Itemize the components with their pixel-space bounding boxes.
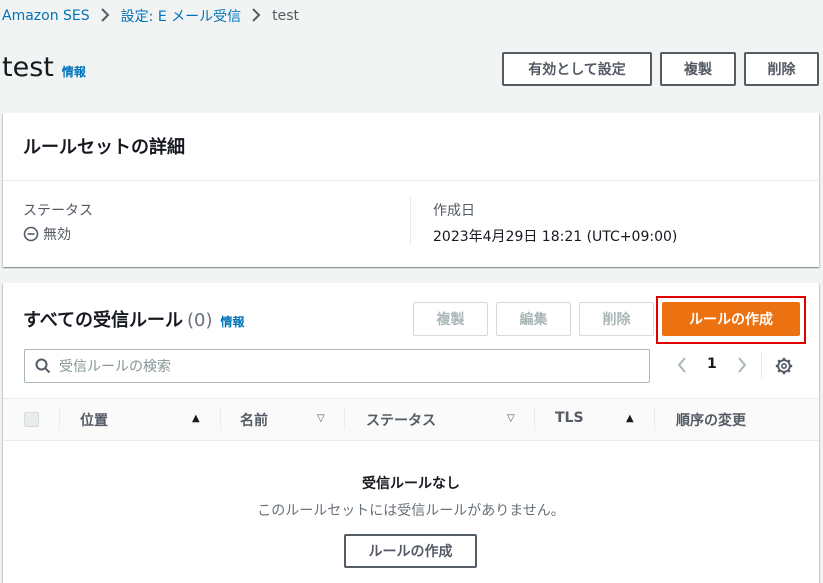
- status-value-row: 無効: [23, 224, 71, 244]
- column-separator: [534, 408, 535, 430]
- rules-delete-button[interactable]: 削除: [579, 302, 654, 336]
- chevron-right-icon: [100, 7, 110, 25]
- created-label: 作成日: [433, 203, 475, 219]
- info-link[interactable]: 情報: [62, 63, 86, 80]
- current-page-number[interactable]: 1: [707, 356, 717, 372]
- column-divider: [410, 197, 411, 245]
- page-title-row: test 情報: [2, 52, 86, 83]
- rules-edit-button[interactable]: 編集: [496, 302, 571, 336]
- column-header-reorder: 順序の変更: [676, 413, 746, 429]
- column-header-tls[interactable]: TLS: [555, 410, 584, 426]
- divider: [3, 180, 819, 181]
- rules-search-field[interactable]: 受信ルールの検索: [24, 349, 650, 383]
- column-header-position[interactable]: 位置: [80, 410, 108, 430]
- search-icon: [35, 358, 51, 374]
- divider: [761, 352, 762, 378]
- rules-count: (0): [187, 310, 213, 331]
- chevron-right-icon: [251, 7, 261, 25]
- rules-info-link[interactable]: 情報: [221, 313, 245, 330]
- empty-create-rule-button[interactable]: ルールの作成: [344, 534, 477, 568]
- column-header-name[interactable]: 名前: [240, 410, 268, 430]
- breadcrumb-link-email-receiving[interactable]: 設定: E メール受信: [121, 6, 241, 26]
- divider: [3, 440, 819, 441]
- breadcrumb-current: test: [272, 8, 300, 24]
- create-rule-button[interactable]: ルールの作成: [662, 302, 800, 336]
- column-header-status[interactable]: ステータス: [366, 410, 436, 430]
- sort-ascending-icon[interactable]: ▲: [626, 413, 634, 424]
- sort-descending-icon[interactable]: ▽: [317, 413, 325, 424]
- column-separator: [344, 408, 345, 430]
- prev-page-icon[interactable]: [676, 356, 688, 378]
- created-value: 2023年4月29日 18:21 (UTC+09:00): [433, 229, 678, 245]
- empty-state-title: 受信ルールなし: [362, 476, 460, 492]
- rules-header: すべての受信ルール: [23, 310, 184, 331]
- breadcrumb-link-ses[interactable]: Amazon SES: [2, 8, 90, 24]
- column-separator: [59, 408, 60, 430]
- rules-header-row: すべての受信ルール (0) 情報: [23, 306, 245, 332]
- set-active-button[interactable]: 有効として設定: [502, 52, 652, 86]
- ruleset-details-panel: ルールセットの詳細 ステータス 無効 作成日 2023年4月29日 18:21 …: [3, 113, 819, 267]
- details-header: ルールセットの詳細: [23, 137, 185, 158]
- column-separator: [220, 408, 221, 430]
- next-page-icon[interactable]: [736, 356, 748, 378]
- select-all-checkbox[interactable]: [24, 412, 39, 427]
- sort-descending-icon[interactable]: ▽: [507, 413, 515, 424]
- gear-icon[interactable]: [775, 357, 793, 379]
- status-label: ステータス: [23, 203, 93, 219]
- sort-ascending-icon[interactable]: ▲: [192, 413, 200, 424]
- column-separator: [654, 408, 655, 430]
- rules-duplicate-button[interactable]: 複製: [413, 302, 488, 336]
- delete-button[interactable]: 削除: [744, 52, 819, 86]
- breadcrumb: Amazon SES 設定: E メール受信 test: [2, 6, 299, 26]
- empty-state-message: このルールセットには受信ルールがありません。: [257, 503, 565, 519]
- search-placeholder: 受信ルールの検索: [59, 359, 171, 375]
- minus-circle-icon: [23, 226, 39, 242]
- status-value: 無効: [43, 227, 71, 243]
- page-title: test: [2, 52, 54, 83]
- duplicate-button[interactable]: 複製: [660, 52, 736, 86]
